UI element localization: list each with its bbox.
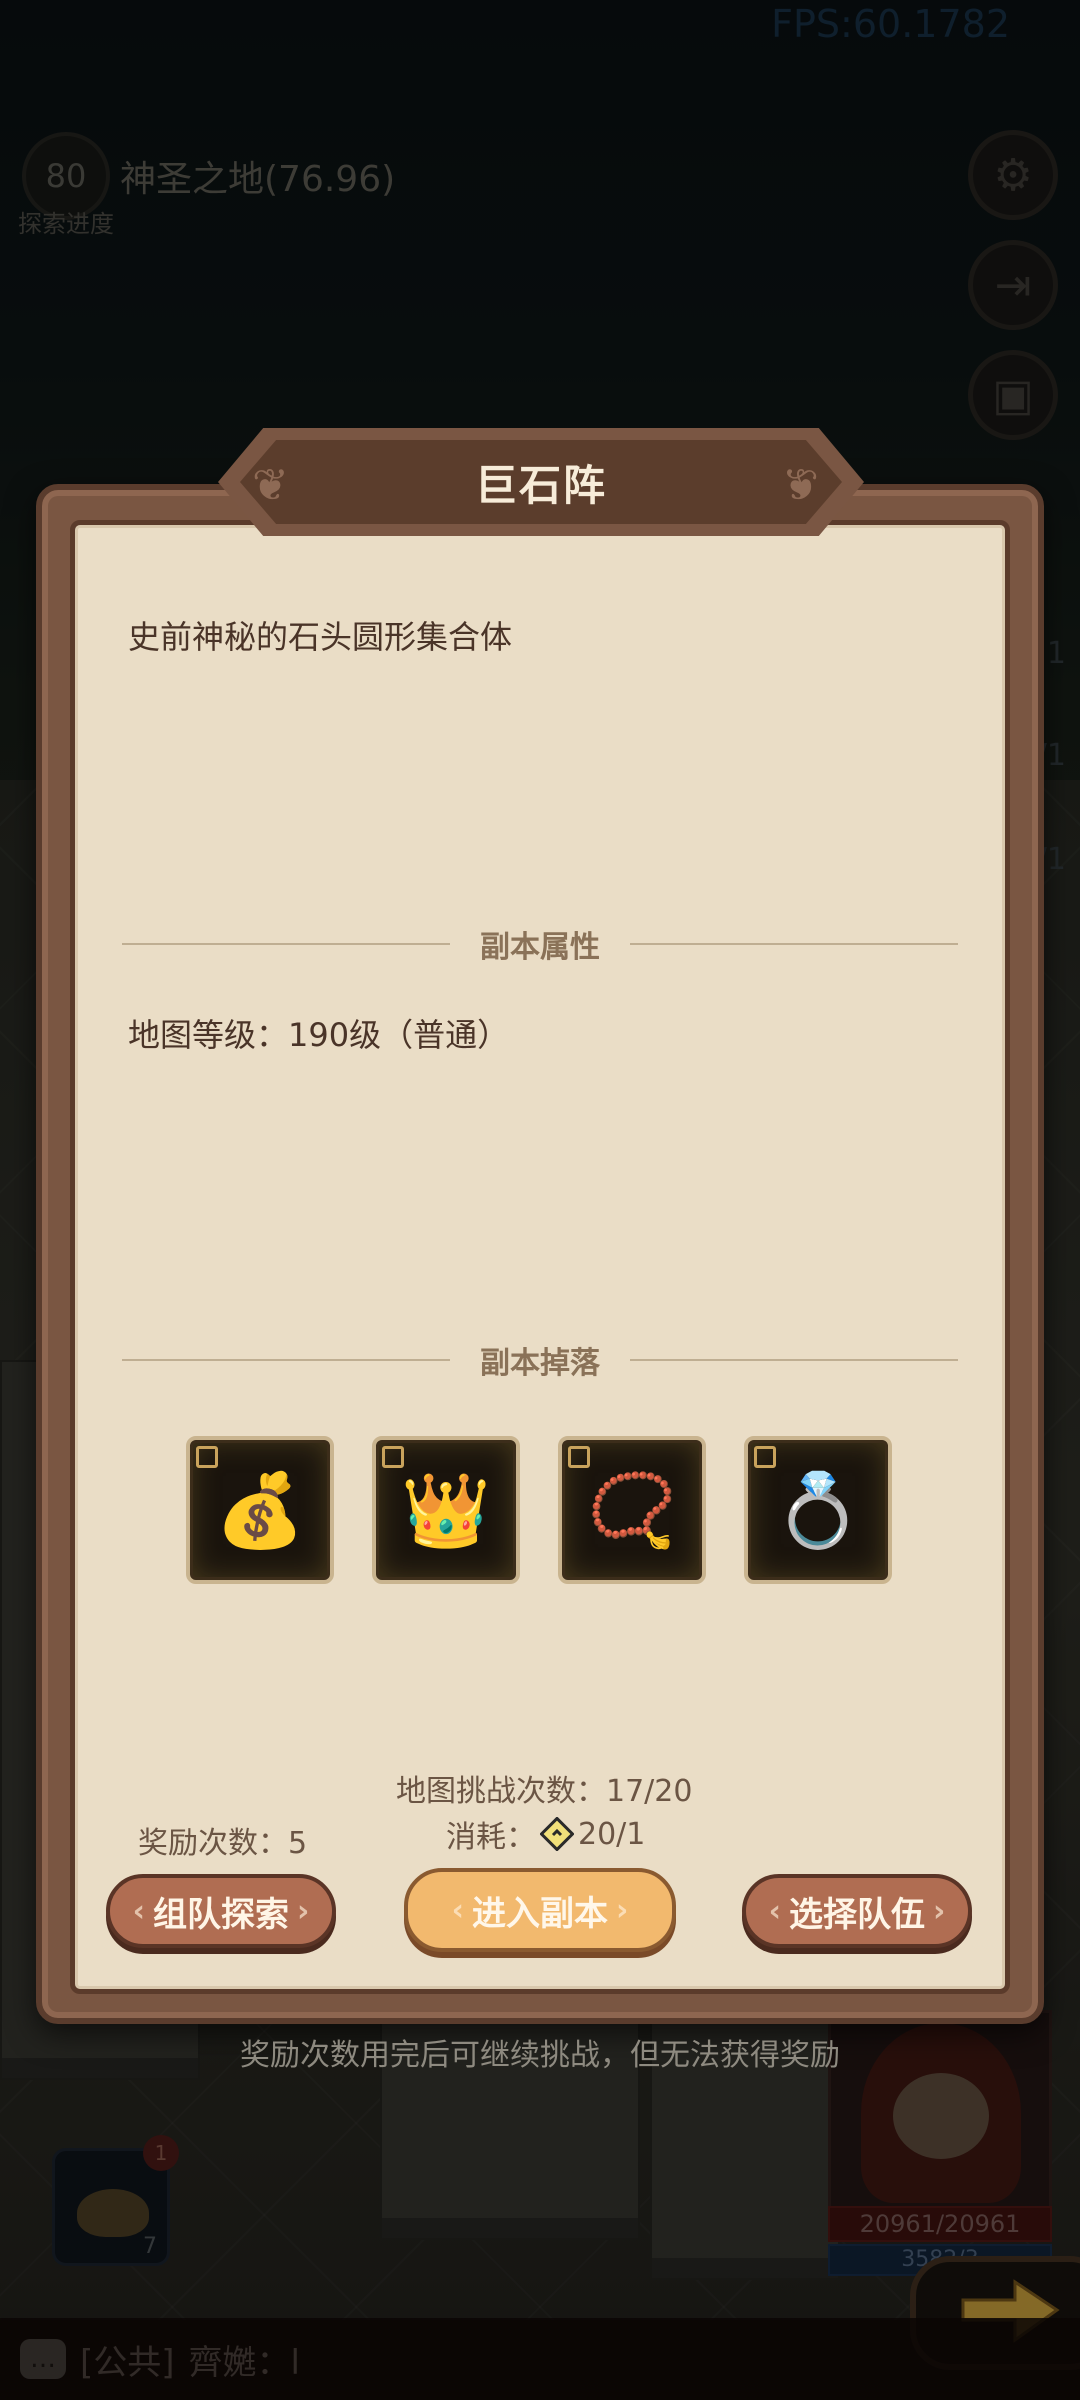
section-title: 副本属性 — [480, 930, 600, 965]
title-plate: 巨石阵 — [240, 440, 842, 524]
key-stone-icon — [540, 1817, 574, 1851]
scroll-ornament-icon: ❦ — [782, 460, 819, 511]
item-tag-icon — [196, 1446, 218, 1468]
chevron-right-icon: › — [297, 1893, 310, 1929]
map-level-text: 地图等级：190级（普通） — [128, 1016, 510, 1054]
item-tag-icon — [382, 1446, 404, 1468]
drop-item[interactable]: 📿 — [558, 1436, 706, 1584]
chevron-right-icon: › — [616, 1892, 629, 1928]
drop-list: 💰 👑 📿 💍 — [186, 1436, 892, 1584]
chevron-left-icon: ‹ — [132, 1893, 145, 1929]
enter-dungeon-button[interactable]: ‹ 进入副本 › — [404, 1868, 676, 1952]
coin-bag-icon: 💰 — [215, 1467, 305, 1552]
item-tag-icon — [568, 1446, 590, 1468]
section-header-drops: 副本掉落 — [122, 1340, 958, 1381]
divider — [630, 1359, 958, 1361]
ring-icon: 💍 — [773, 1467, 863, 1552]
divider — [630, 943, 958, 945]
team-explore-button[interactable]: ‹ 组队探索 › — [106, 1874, 336, 1948]
reward-count: 奖励次数：5 — [138, 1826, 308, 1861]
drop-item[interactable]: 💍 — [744, 1436, 892, 1584]
select-team-button[interactable]: ‹ 选择队伍 › — [742, 1874, 972, 1948]
item-tag-icon — [754, 1446, 776, 1468]
chevron-left-icon: ‹ — [768, 1893, 781, 1929]
cost-label: 消耗： — [446, 1820, 536, 1855]
divider — [122, 1359, 450, 1361]
cost-line: 消耗： 20/1 — [446, 1812, 645, 1856]
bracelet-icon: 📿 — [587, 1467, 677, 1552]
dialog-title: 巨石阵 — [474, 460, 607, 510]
section-title: 副本掉落 — [480, 1346, 600, 1381]
drop-item[interactable]: 👑 — [372, 1436, 520, 1584]
select-team-label: 选择队伍 — [789, 1894, 925, 1935]
chevron-left-icon: ‹ — [451, 1892, 464, 1928]
challenge-count: 地图挑战次数：17/20 — [396, 1774, 693, 1809]
scroll-ornament-icon: ❦ — [252, 460, 289, 511]
chevron-right-icon: › — [933, 1893, 946, 1929]
cost-value: 20/1 — [578, 1816, 646, 1852]
dungeon-description: 史前神秘的石头圆形集合体 — [128, 618, 513, 656]
reward-note: 奖励次数用完后可继续挑战，但无法获得奖励 — [240, 2038, 840, 2073]
enter-dungeon-label: 进入副本 — [472, 1893, 608, 1934]
team-explore-label: 组队探索 — [153, 1894, 289, 1935]
section-header-attributes: 副本属性 — [122, 924, 958, 965]
drop-item[interactable]: 💰 — [186, 1436, 334, 1584]
divider — [122, 943, 450, 945]
crown-icon: 👑 — [401, 1467, 491, 1552]
